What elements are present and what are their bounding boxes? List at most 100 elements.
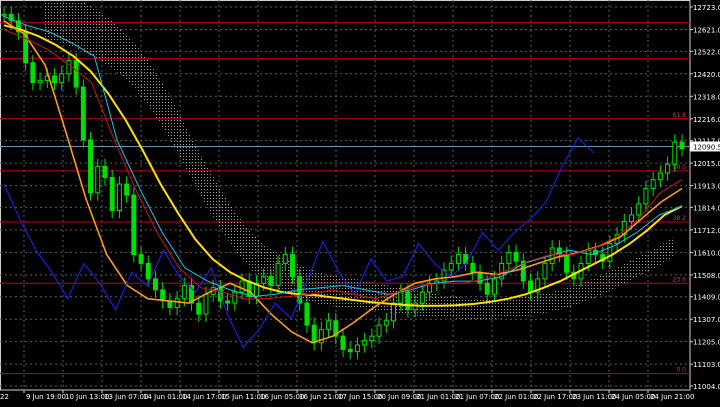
candle-body — [362, 340, 368, 346]
candle-body — [275, 262, 281, 286]
candle-body — [109, 176, 115, 212]
x-tick-label: 22 — [0, 393, 9, 401]
candle-body — [268, 276, 274, 286]
candle-body — [455, 254, 461, 264]
candle-body — [650, 179, 656, 189]
candle-body — [95, 165, 101, 194]
fib-level-label: 0.0 — [676, 367, 686, 374]
candle-body — [419, 291, 425, 304]
candle-body — [152, 278, 158, 291]
candle-body — [376, 324, 382, 337]
x-tick-label: 21 Jun 01:00 — [416, 393, 460, 401]
candle-body — [448, 262, 454, 271]
candle-body — [304, 302, 310, 326]
candle-body — [131, 194, 137, 256]
candle-body — [311, 324, 317, 344]
y-tick-label: 12522.0 — [693, 48, 720, 56]
candle-body — [528, 280, 534, 293]
current-price-label: 12090.5 — [693, 143, 720, 151]
y-tick-label: 12015.0 — [693, 160, 720, 168]
candle-body — [629, 214, 634, 223]
x-tick-label: 17 Jun 15:00 — [338, 393, 382, 401]
x-tick-label: 24 Jun 05:00 — [611, 393, 655, 401]
candle-body — [145, 262, 151, 280]
candle-body — [88, 139, 94, 194]
candle-body — [116, 183, 122, 212]
x-tick-label: 22 Jun 01:00 — [494, 393, 538, 401]
y-tick-label: 12621.0 — [693, 26, 720, 34]
candle-body — [679, 141, 685, 150]
chart-window: 12723.0 12621.0 12522.0 12420.0 12318.0 12216… — [0, 0, 720, 403]
x-tick-label: 13 Jun 07:00 — [104, 393, 148, 401]
candle-body — [506, 251, 512, 264]
y-tick-label: 11004.0 — [693, 383, 720, 391]
candle-body — [239, 280, 245, 293]
candle-body — [564, 254, 570, 273]
price-chart[interactable]: 12723.0 12621.0 12522.0 12420.0 12318.0 12216… — [0, 0, 720, 403]
x-tick-label: 16 Jun 05:00 — [260, 393, 304, 401]
x-tick-label: 24 Jun 21:00 — [650, 393, 694, 401]
x-tick-label: 22 Jun 17:00 — [533, 393, 577, 401]
candle-body — [643, 187, 649, 205]
y-tick-label: 11913.0 — [693, 183, 720, 191]
candle-body — [181, 284, 187, 300]
candle-body — [37, 79, 43, 84]
y-tick-label: 11307.0 — [693, 316, 720, 324]
y-tick-label: 11814.0 — [693, 204, 720, 212]
candle-body — [261, 276, 267, 284]
candle-body — [636, 203, 642, 216]
candle-body — [30, 62, 36, 84]
fib-level-label: 23.6 — [673, 276, 687, 283]
y-tick-label: 12420.0 — [693, 71, 720, 79]
candle-body — [340, 335, 346, 350]
candle-body — [282, 254, 288, 264]
y-tick-label: 11712.0 — [693, 227, 720, 235]
candle-body — [391, 302, 396, 322]
fib-level-label: 38.2 — [673, 215, 687, 222]
candle-body — [607, 243, 613, 262]
candle-body — [369, 335, 375, 342]
candle-body — [80, 86, 86, 141]
x-tick-label: 14 Jun 17:00 — [182, 393, 226, 401]
candle-body — [1, 13, 7, 17]
x-tick-label: 15 Jun 11:00 — [221, 393, 265, 401]
x-tick-label: 9 Jun 19:00 — [26, 393, 66, 401]
y-tick-label: 12318.0 — [693, 93, 720, 101]
candle-body — [174, 298, 180, 309]
x-tick-label: 10 Jun 13:00 — [65, 393, 109, 401]
candle-body — [491, 278, 497, 295]
candle-body — [383, 320, 389, 326]
candle-body — [138, 254, 144, 264]
candle-body — [665, 163, 671, 174]
y-tick-label: 12723.0 — [693, 4, 720, 12]
candle-body — [66, 60, 72, 75]
candle-body — [52, 75, 57, 84]
y-tick-label: 11103.0 — [693, 361, 720, 369]
candle-body — [484, 282, 490, 295]
fib-level-label: 61.8 — [673, 112, 687, 119]
x-tick-label: 16 Jun 21:00 — [299, 393, 343, 401]
candle-body — [102, 165, 108, 178]
candle-body — [398, 291, 404, 304]
candle-body — [290, 254, 295, 278]
x-tick-label: 20 Jun 09:00 — [377, 393, 421, 401]
candle-body — [513, 251, 519, 262]
x-tick-label: 14 Jun 01:00 — [143, 393, 187, 401]
y-tick-label: 11409.0 — [693, 294, 720, 302]
candle-body — [477, 271, 483, 284]
candle-body — [354, 344, 360, 353]
y-tick-label: 11508.0 — [693, 272, 720, 280]
y-tick-label: 11610.0 — [693, 249, 720, 257]
candle-body — [203, 293, 209, 315]
candle-body — [542, 262, 548, 280]
candle-body — [124, 183, 130, 196]
candle-body — [326, 320, 332, 331]
y-tick-label: 12216.0 — [693, 116, 720, 124]
candle-body — [585, 249, 591, 264]
candle-body — [347, 348, 353, 353]
candle-body — [59, 73, 65, 84]
candle-body — [225, 300, 231, 304]
candle-body — [672, 141, 678, 165]
candle-body — [160, 289, 166, 302]
y-tick-label: 11205.0 — [693, 339, 720, 347]
